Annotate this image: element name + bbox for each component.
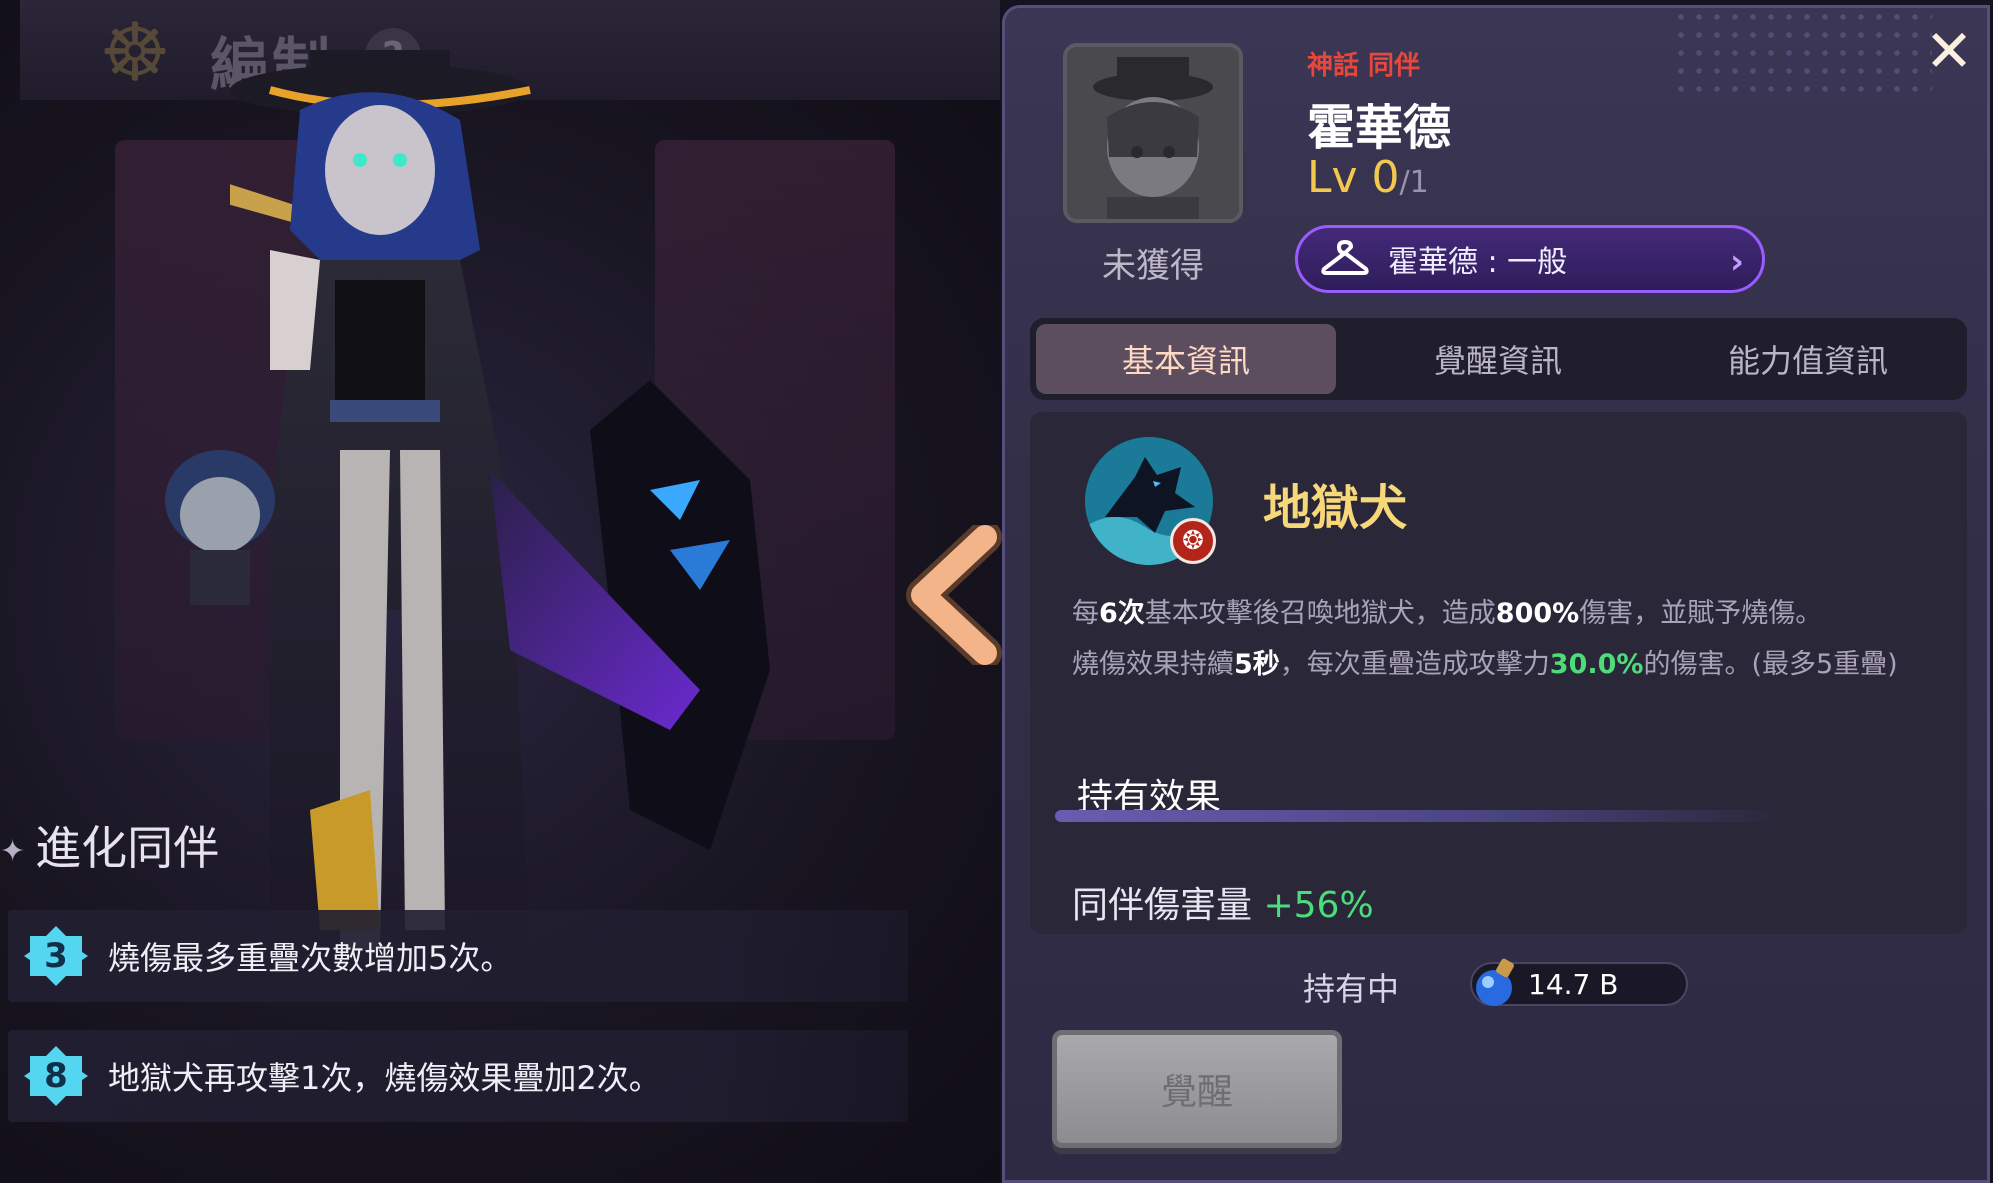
triquetra-emblem-icon: ☸ [99, 6, 171, 99]
panel-decoration [1672, 8, 1932, 98]
close-button[interactable]: ✕ [1920, 22, 1978, 80]
evolution-row: 8 地獄犬再攻擊1次，燒傷效果疊加2次。 [8, 1030, 908, 1122]
rarity-label: 神話 同伴 [1307, 51, 1421, 81]
previous-arrow-icon[interactable] [905, 525, 1005, 665]
companion-name: 霍華德 [1307, 100, 1452, 156]
owned-effect-divider [1055, 810, 1785, 822]
evolution-level-badge: 8 [24, 1044, 88, 1108]
owned-effect-value: +56% [1263, 885, 1374, 926]
skill-name: 地獄犬 [1263, 480, 1408, 536]
awaken-button[interactable]: 覺醒 [1052, 1030, 1342, 1148]
companion-level: Lv 0/1 [1307, 152, 1429, 203]
chibi-companion-art [165, 450, 275, 605]
level-value: Lv 0 [1307, 152, 1400, 203]
level-max: /1 [1399, 165, 1429, 200]
owned-effect-line: 同伴傷害量 +56% [1072, 876, 1374, 928]
potion-icon [1476, 958, 1514, 1006]
currency-amount: 14.7 B [1528, 968, 1619, 1001]
evolution-text: 地獄犬再攻擊1次，燒傷效果疊加2次。 [108, 1059, 661, 1097]
companion-screen: { "left": { "header_title": "編制", "help_… [0, 0, 1993, 1183]
tab-stats-info[interactable]: 能力值資訊 [1658, 324, 1958, 394]
sparkle-icon: ✦ [0, 834, 26, 869]
obtain-status: 未獲得 [1102, 246, 1204, 286]
companion-illustration [230, 50, 770, 970]
info-tabs: 基本資訊 覺醒資訊 能力值資訊 [1030, 318, 1967, 400]
holding-label: 持有中 [1303, 970, 1400, 1008]
companion-portrait [1063, 43, 1243, 223]
formation-background: ☸ 編制 ? [0, 0, 1000, 1183]
evolution-section-title: ✦ 進化同伴 [0, 812, 219, 878]
currency-display: 14.7 B [1470, 958, 1688, 1006]
tab-basic-info[interactable]: 基本資訊 [1036, 324, 1336, 394]
evolution-level-badge: 3 [24, 924, 88, 988]
evolution-row: 3 燒傷最多重疊次數增加5次。 [8, 910, 908, 1002]
hanger-icon [1321, 240, 1369, 275]
skill-description: 每6次基本攻擊後召喚地獄犬，造成800%傷害，並賦予燒傷。 燒傷效果持續5秒，每次… [1072, 598, 1898, 680]
chevron-right-icon: › [1729, 242, 1744, 282]
fire-element-icon: ❂ [1170, 518, 1216, 564]
skin-label: 霍華德 : 一般 [1388, 245, 1568, 280]
evolution-title-text: 進化同伴 [35, 821, 220, 875]
skin-select-button[interactable]: 霍華德 : 一般 › [1295, 225, 1765, 293]
owned-effect-label: 同伴傷害量 [1072, 885, 1253, 926]
tab-awakening-info[interactable]: 覺醒資訊 [1348, 324, 1648, 394]
evolution-text: 燒傷最多重疊次數增加5次。 [108, 939, 513, 977]
close-icon: ✕ [1924, 17, 1974, 85]
